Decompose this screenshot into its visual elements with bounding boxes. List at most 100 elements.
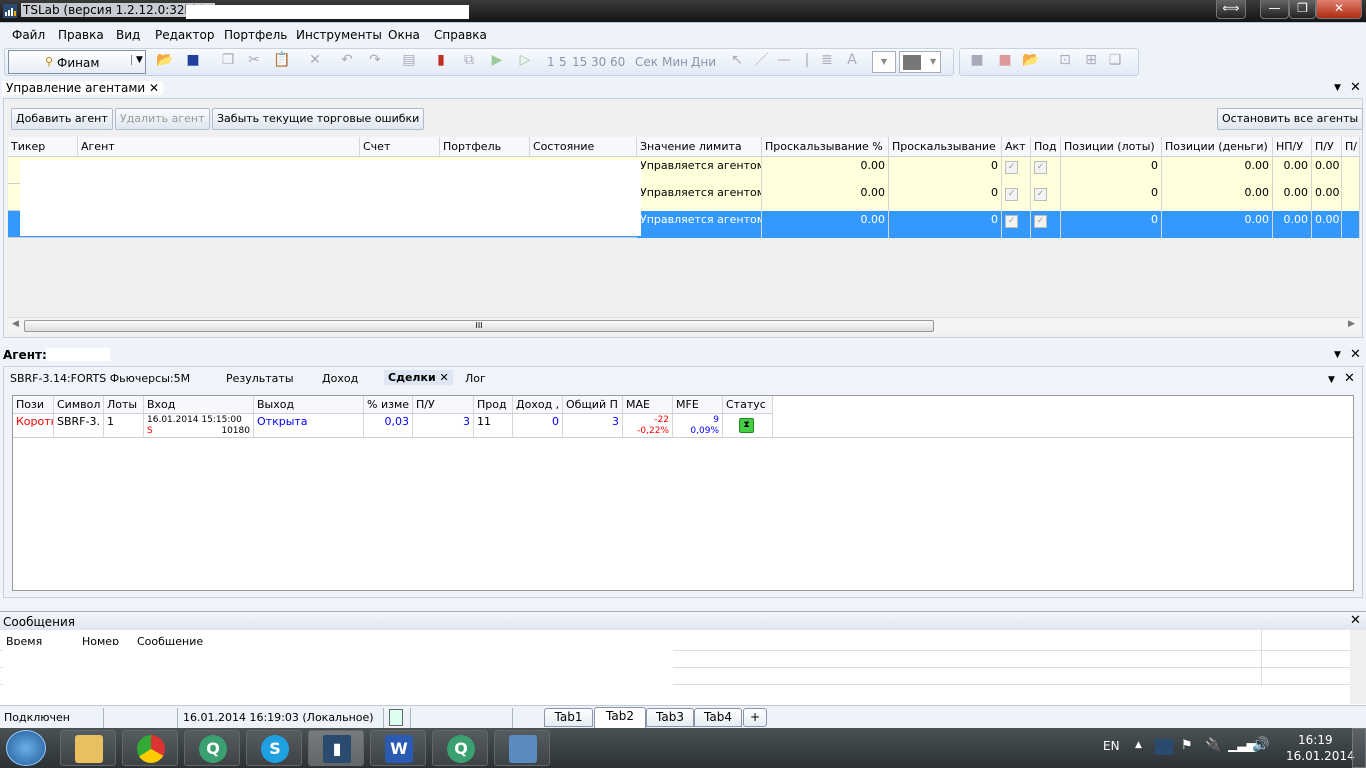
table-cell[interactable]: ✓ <box>1031 157 1061 184</box>
provider-dropdown[interactable]: ⚲ Финам ▼ <box>8 50 146 74</box>
table-cell[interactable]: ✓ <box>1002 157 1031 184</box>
taskbar-word[interactable]: W <box>370 730 426 766</box>
cursor-icon[interactable]: ↖ <box>728 52 746 68</box>
menu-file[interactable]: Файл <box>12 28 45 42</box>
tab-income[interactable]: Доход <box>322 372 358 385</box>
column-header[interactable]: П/У <box>1312 137 1342 157</box>
close-icon[interactable]: ✕ <box>440 371 449 384</box>
column-header[interactable]: Выход <box>254 396 364 414</box>
properties-icon[interactable]: ▤ <box>400 52 418 68</box>
close-icon[interactable]: ✕ <box>149 81 159 95</box>
unit-days[interactable]: Дни <box>691 55 716 69</box>
open-icon[interactable]: 📂 <box>156 52 174 68</box>
frame2-icon[interactable]: ⊞ <box>1082 52 1100 68</box>
stop-all-agents-button[interactable]: Остановить все агенты <box>1217 108 1364 130</box>
column-header[interactable]: Проскальзывание % <box>762 137 889 157</box>
tab-results[interactable]: Результаты <box>226 372 294 385</box>
column-header[interactable]: Под <box>1031 137 1061 157</box>
column-header[interactable]: Портфель <box>440 137 530 157</box>
menu-view[interactable]: Вид <box>116 28 140 42</box>
tab-tab4[interactable]: Tab4 <box>694 708 742 727</box>
save-as-icon[interactable]: ■ <box>996 52 1014 68</box>
menu-editor[interactable]: Редактор <box>155 28 214 42</box>
dropdown-icon[interactable]: ▼ <box>1334 82 1341 94</box>
checkbox[interactable]: ✓ <box>1005 215 1018 228</box>
taskbar-chrome[interactable] <box>122 730 178 766</box>
taskbar-quik[interactable]: Q <box>184 730 240 766</box>
column-header[interactable]: Вход <box>144 396 254 414</box>
column-header[interactable]: Состояние <box>530 137 637 157</box>
column-header[interactable]: MAE <box>623 396 673 414</box>
column-header[interactable]: Позиции (лоты) <box>1061 137 1162 157</box>
column-header[interactable]: MFE <box>673 396 723 414</box>
vline-icon[interactable]: | <box>798 52 816 68</box>
column-header[interactable]: Тикер <box>8 137 78 157</box>
cut-icon[interactable]: ✂ <box>245 52 263 68</box>
menu-help[interactable]: Справка <box>434 28 487 42</box>
tab-deals[interactable]: Сделки ✕ <box>384 370 453 385</box>
forget-errors-button[interactable]: Забыть текущие торговые ошибки <box>212 108 425 130</box>
clock-date[interactable]: 16.01.2014 <box>1286 749 1355 763</box>
add-agent-button[interactable]: Добавить агент <box>11 108 113 130</box>
column-header[interactable]: Проскальзывание <box>889 137 1002 157</box>
fib-icon[interactable]: ≣ <box>818 52 836 68</box>
undo-icon[interactable]: ↶ <box>338 52 356 68</box>
switch-button[interactable]: ⟺ <box>1216 0 1246 19</box>
copy-icon[interactable]: ❐ <box>219 52 237 68</box>
column-header[interactable]: Статус <box>723 396 773 414</box>
delete-icon[interactable]: ✕ <box>306 52 324 68</box>
close-icon[interactable]: ✕ <box>1350 614 1361 627</box>
menu-portfolio[interactable]: Портфель <box>224 28 287 42</box>
menu-edit[interactable]: Правка <box>58 28 104 42</box>
tf-5[interactable]: 5 <box>559 55 567 69</box>
table-cell[interactable]: ✓ <box>1031 211 1061 238</box>
open-layout-icon[interactable]: 📂 <box>1022 52 1040 68</box>
notes-icon[interactable] <box>389 709 403 726</box>
column-header[interactable]: Пози <box>13 396 54 414</box>
horizontal-scrollbar[interactable]: ◀ III ▶ <box>8 317 1360 333</box>
close-button[interactable]: ✕ <box>1316 0 1362 19</box>
column-header[interactable]: Символ <box>54 396 104 414</box>
column-header[interactable]: НП/У <box>1273 137 1312 157</box>
redo-icon[interactable]: ↷ <box>366 52 384 68</box>
tab-tab2[interactable]: Tab2 <box>594 707 646 728</box>
restore-button[interactable]: ❐ <box>1289 0 1316 19</box>
power-icon[interactable]: 🔌 <box>1205 738 1221 753</box>
column-header[interactable]: П/У <box>413 396 474 414</box>
language-indicator[interactable]: EN <box>1103 739 1120 753</box>
column-header[interactable]: Агент <box>78 137 360 157</box>
tray-arrow-icon[interactable]: ▲ <box>1135 740 1142 750</box>
minimize-button[interactable]: — <box>1260 0 1289 19</box>
checkbox[interactable]: ✓ <box>1034 188 1047 201</box>
windows-icon[interactable]: ❏ <box>1106 52 1124 68</box>
dropdown-icon[interactable]: ▼ <box>1334 349 1341 361</box>
column-header[interactable]: Значение лимита <box>637 137 762 157</box>
taskbar-control-panel[interactable] <box>494 730 550 766</box>
step-icon[interactable]: ▷ <box>516 52 534 68</box>
flag-icon[interactable]: ⚑ <box>1181 738 1193 753</box>
start-button[interactable] <box>6 730 46 766</box>
close-icon[interactable]: ✕ <box>1350 348 1361 361</box>
taskbar-tslab[interactable]: ▮ <box>308 730 364 766</box>
tab-tab3[interactable]: Tab3 <box>646 708 694 727</box>
column-header[interactable]: Лоты <box>104 396 144 414</box>
color-dropdown[interactable]: ▼ <box>899 51 941 73</box>
save-layout-icon[interactable]: ■ <box>968 52 986 68</box>
tf-60[interactable]: 60 <box>610 55 625 69</box>
column-header[interactable]: Счет <box>360 137 440 157</box>
column-header[interactable]: Позиции (деньги) <box>1162 137 1273 157</box>
clock-time[interactable]: 16:19 <box>1298 733 1333 747</box>
menu-windows[interactable]: Окна <box>388 28 420 42</box>
scroll-thumb[interactable]: III <box>24 320 934 332</box>
line-icon[interactable]: ／ <box>753 52 771 68</box>
tf-30[interactable]: 30 <box>591 55 606 69</box>
play-icon[interactable]: ▶ <box>488 52 506 68</box>
checkbox[interactable]: ✓ <box>1005 161 1018 174</box>
volume-icon[interactable]: 🔊 <box>1252 737 1269 753</box>
checkbox[interactable]: ✓ <box>1034 161 1047 174</box>
close-icon[interactable]: ✕ <box>1344 372 1355 385</box>
table-cell[interactable]: ✓ <box>1002 211 1031 238</box>
show-desktop-button[interactable] <box>1352 728 1366 768</box>
column-header[interactable]: Доход , <box>513 396 563 414</box>
tslab-tray-icon[interactable] <box>1155 739 1173 755</box>
